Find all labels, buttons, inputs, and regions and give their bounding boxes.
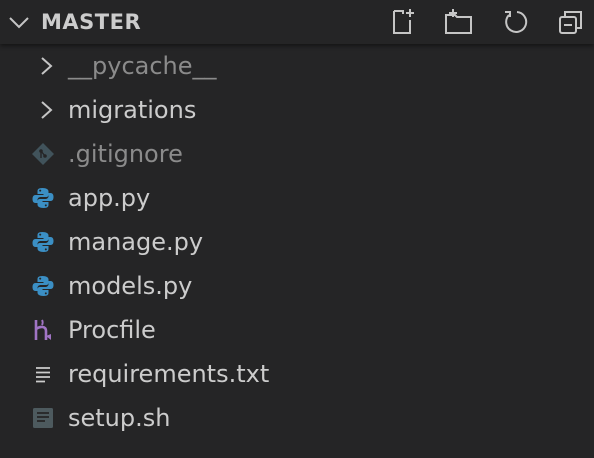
python-icon — [31, 274, 55, 298]
text-file-icon — [31, 362, 55, 386]
section-header-master[interactable]: MASTER — [0, 0, 594, 44]
file-requirements-txt[interactable]: requirements.txt — [0, 352, 594, 396]
file-app-py[interactable]: app.py — [0, 176, 594, 220]
heroku-icon — [31, 318, 55, 342]
folder-migrations[interactable]: migrations — [0, 88, 594, 132]
python-icon — [31, 186, 55, 210]
tree-item-label: manage.py — [68, 228, 204, 256]
tree-item-label: models.py — [68, 272, 193, 300]
new-file-icon[interactable] — [386, 5, 420, 39]
chevron-right-icon[interactable] — [35, 99, 57, 121]
shell-script-icon — [31, 406, 55, 430]
explorer-panel: MASTER __pycache__ migrations .gitignore… — [0, 0, 594, 458]
chevron-right-icon[interactable] — [35, 55, 57, 77]
tree-item-label: Procfile — [68, 316, 156, 344]
tree-item-label: migrations — [68, 96, 197, 124]
tree-item-label: app.py — [68, 184, 151, 212]
section-title: MASTER — [41, 10, 142, 34]
git-icon — [31, 142, 55, 166]
chevron-down-icon[interactable] — [7, 10, 31, 34]
tree-item-label: setup.sh — [68, 404, 171, 432]
collapse-all-icon[interactable] — [554, 5, 588, 39]
tree-item-label: __pycache__ — [68, 52, 217, 80]
refresh-icon[interactable] — [498, 5, 532, 39]
tree-item-label: requirements.txt — [68, 360, 270, 388]
file-models-py[interactable]: models.py — [0, 264, 594, 308]
file-setup-sh[interactable]: setup.sh — [0, 396, 594, 440]
file-manage-py[interactable]: manage.py — [0, 220, 594, 264]
new-folder-icon[interactable] — [442, 5, 476, 39]
tree-item-label: .gitignore — [68, 140, 183, 168]
folder-pycache[interactable]: __pycache__ — [0, 44, 594, 88]
file-procfile[interactable]: Procfile — [0, 308, 594, 352]
file-gitignore[interactable]: .gitignore — [0, 132, 594, 176]
python-icon — [31, 230, 55, 254]
file-tree: __pycache__ migrations .gitignore app.py… — [0, 44, 594, 440]
